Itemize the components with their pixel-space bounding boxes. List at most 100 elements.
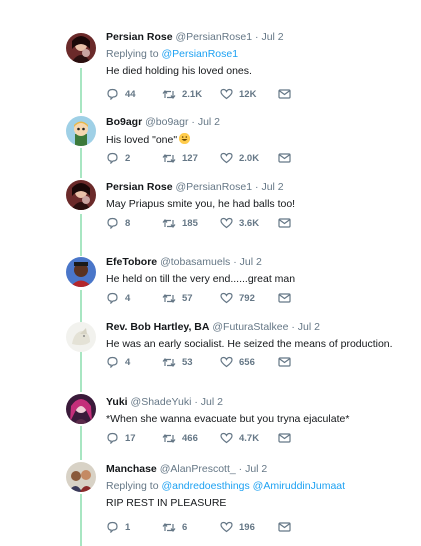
retweet-button[interactable]: 6 [162,522,220,533]
author-name[interactable]: Persian Rose [106,181,173,193]
timestamp[interactable]: Jul 2 [201,396,223,408]
replying-to: Replying to @PersianRose1 [106,48,406,61]
reply-button[interactable]: 8 [106,217,162,229]
like-count: 12K [239,88,257,100]
like-button[interactable]: 196 [220,521,278,533]
avatar[interactable] [66,33,96,63]
retweet-button[interactable]: 53 [162,357,220,368]
avatar[interactable] [66,462,96,492]
tweet-actions: 8 185 3.6K [106,216,291,230]
author-name[interactable]: Yuki [106,396,128,408]
retweet-button[interactable]: 185 [162,218,220,229]
retweet-button[interactable]: 127 [162,153,220,164]
replying-to: Replying to @andredoesthings @AmiruddinJ… [106,480,406,493]
message-button[interactable] [278,357,291,367]
reply-icon [107,356,118,368]
like-count: 196 [239,521,255,533]
message-button[interactable] [278,153,291,163]
reply-button[interactable]: 17 [106,432,162,444]
author-handle[interactable]: @bo9agr [145,116,188,128]
avatar[interactable] [66,257,96,287]
avatar[interactable] [66,116,96,146]
thread-line [80,290,82,322]
retweet-button[interactable]: 466 [162,433,220,444]
reply-count: 2 [125,152,131,164]
reply-button[interactable]: 2 [106,152,162,164]
retweet-count: 57 [182,292,193,304]
reply-count: 44 [125,88,136,100]
tweet-header: Bo9agr @bo9agr · Jul 2 [106,116,406,129]
author-handle[interactable]: @PersianRose1 [175,31,252,43]
reply-count: 1 [125,521,131,533]
author-handle[interactable]: @FuturaStalkee [212,321,288,333]
author-handle[interactable]: @tobasamuels [160,256,230,268]
message-button[interactable] [278,89,291,99]
author-name[interactable]: Manchase [106,463,157,475]
message-icon [278,89,291,99]
timestamp[interactable]: Jul 2 [245,463,267,475]
tweet-text: May Priapus smite you, he had balls too! [106,198,296,210]
like-button[interactable]: 12K [220,88,278,100]
reply-icon [107,88,118,100]
timestamp[interactable]: Jul 2 [240,256,262,268]
reply-icon [107,292,118,304]
reply-icon [107,432,118,444]
tweet-actions: 2 127 2.0K [106,151,291,165]
timestamp[interactable]: Jul 2 [198,116,220,128]
author-name[interactable]: Bo9agr [106,116,142,128]
like-count: 3.6K [239,217,260,229]
message-button[interactable] [278,293,291,303]
tweet-text: He was an early socialist. He seized the… [106,338,393,350]
like-button[interactable]: 792 [220,292,278,304]
reply-button[interactable]: 44 [106,88,162,100]
reply-count: 17 [125,432,136,444]
tweet-actions: 4 53 656 [106,355,291,369]
like-button[interactable]: 2.0K [220,152,278,164]
message-icon [278,218,291,228]
like-button[interactable]: 4.7K [220,432,278,444]
like-icon [220,152,233,164]
separator: · [188,116,198,128]
timestamp[interactable]: Jul 2 [261,31,283,43]
separator: · [191,396,201,408]
timestamp[interactable]: Jul 2 [298,321,320,333]
retweet-icon [162,153,176,163]
reply-icon [107,217,118,229]
author-handle[interactable]: @AlanPrescott_ [160,463,236,475]
author-name[interactable]: Rev. Bob Hartley, BA [106,321,209,333]
author-name[interactable]: Persian Rose [106,31,173,43]
like-icon [220,88,233,100]
message-icon [278,357,291,367]
message-button[interactable] [278,522,291,532]
retweet-icon [162,89,176,99]
retweet-button[interactable]: 57 [162,293,220,304]
reply-button[interactable]: 4 [106,292,162,304]
replying-prefix: Replying to [106,48,162,60]
separator: · [235,463,246,475]
author-handle[interactable]: @PersianRose1 [175,181,252,193]
replying-handle[interactable]: @PersianRose1 [161,48,238,60]
retweet-button[interactable]: 2.1K [162,89,220,100]
reply-button[interactable]: 1 [106,521,162,533]
avatar[interactable] [66,322,96,352]
like-count: 2.0K [239,152,260,164]
thread-line [80,494,82,546]
retweet-icon [162,522,176,532]
message-button[interactable] [278,218,291,228]
retweet-count: 466 [182,432,198,444]
like-button[interactable]: 656 [220,356,278,368]
author-name[interactable]: EfeTobore [106,256,157,268]
message-button[interactable] [278,433,291,443]
timestamp[interactable]: Jul 2 [261,181,283,193]
tweet-actions: 17 466 4.7K [106,431,291,445]
replying-handle[interactable]: @andredoesthings @AmiruddinJumaat [161,480,345,492]
like-button[interactable]: 3.6K [220,217,278,229]
avatar[interactable] [66,180,96,210]
message-icon [278,433,291,443]
author-handle[interactable]: @ShadeYuki [131,396,192,408]
tweet-header: Persian Rose @PersianRose1 · Jul 2 [106,31,406,44]
reply-count: 4 [125,356,131,368]
message-icon [278,293,291,303]
reply-button[interactable]: 4 [106,356,162,368]
avatar[interactable] [66,394,96,424]
